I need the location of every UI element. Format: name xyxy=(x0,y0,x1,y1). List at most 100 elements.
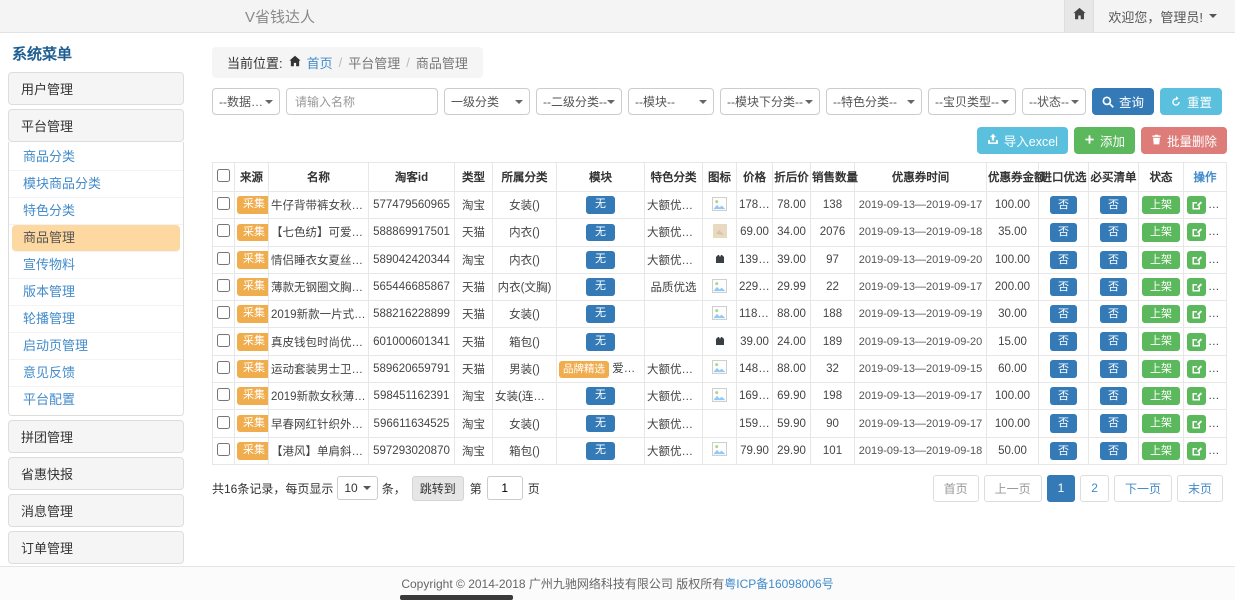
edit-button[interactable] xyxy=(1187,251,1206,269)
import-select-toggle[interactable]: 否 xyxy=(1050,196,1077,214)
user-menu[interactable]: 欢迎您，管理员! xyxy=(1108,7,1217,26)
select-all-checkbox[interactable] xyxy=(217,169,230,182)
sidebar-item-1-0[interactable]: 商品分类 xyxy=(9,144,183,171)
sidebar-group-4[interactable]: 消息管理 xyxy=(8,494,184,527)
icp-link[interactable]: 粤ICP备16098006号 xyxy=(724,575,833,592)
sidebar-item-1-8[interactable]: 意见反馈 xyxy=(9,360,183,387)
status-button[interactable]: 上架 xyxy=(1142,387,1180,405)
row-checkbox[interactable] xyxy=(217,197,230,210)
filter-select-level1-category[interactable]: 一级分类 xyxy=(444,88,530,115)
page-button-首页[interactable]: 首页 xyxy=(933,475,979,502)
sidebar-item-1-7[interactable]: 启动页管理 xyxy=(9,333,183,360)
status-button[interactable]: 上架 xyxy=(1142,251,1180,269)
status-button[interactable]: 上架 xyxy=(1142,278,1180,296)
filter-select-data-source[interactable]: --数据来源-- xyxy=(212,88,280,115)
edit-button[interactable] xyxy=(1187,196,1206,214)
page-button-下一页[interactable]: 下一页 xyxy=(1114,475,1172,502)
status-button[interactable]: 上架 xyxy=(1142,196,1180,214)
page-button-末页[interactable]: 末页 xyxy=(1177,475,1223,502)
edit-button[interactable] xyxy=(1187,223,1206,241)
must-buy-toggle[interactable]: 否 xyxy=(1100,251,1127,269)
edit-button[interactable] xyxy=(1187,360,1206,378)
sidebar-group-1[interactable]: 平台管理 xyxy=(8,109,184,142)
import-excel-button[interactable]: 导入excel xyxy=(977,127,1068,154)
row-checkbox[interactable] xyxy=(217,224,230,237)
sidebar-item-1-2[interactable]: 特色分类 xyxy=(9,198,183,225)
status-button[interactable]: 上架 xyxy=(1142,305,1180,323)
import-select-toggle[interactable]: 否 xyxy=(1050,251,1077,269)
must-buy-toggle[interactable]: 否 xyxy=(1100,360,1127,378)
page-button-上一页[interactable]: 上一页 xyxy=(984,475,1042,502)
must-buy-toggle[interactable]: 否 xyxy=(1100,332,1127,350)
import-select-toggle[interactable]: 否 xyxy=(1050,442,1077,460)
batch-delete-button[interactable]: 批量删除 xyxy=(1141,127,1227,154)
must-buy-toggle[interactable]: 否 xyxy=(1100,414,1127,432)
status-button[interactable]: 上架 xyxy=(1142,360,1180,378)
horizontal-scrollbar-thumb[interactable] xyxy=(400,595,513,600)
goto-page-button[interactable]: 跳转到 xyxy=(412,476,464,501)
app-title: V省钱达人 xyxy=(245,6,315,27)
import-select-toggle[interactable]: 否 xyxy=(1050,360,1077,378)
add-button[interactable]: 添加 xyxy=(1074,127,1135,154)
import-select-toggle[interactable]: 否 xyxy=(1050,305,1077,323)
row-checkbox[interactable] xyxy=(217,306,230,319)
sidebar-item-1-3[interactable]: 商品管理 xyxy=(12,225,180,252)
row-checkbox[interactable] xyxy=(217,279,230,292)
edit-button[interactable] xyxy=(1187,415,1206,433)
search-button[interactable]: 查询 xyxy=(1092,88,1154,115)
status-button[interactable]: 上架 xyxy=(1142,223,1180,241)
sidebar-group-3[interactable]: 省惠快报 xyxy=(8,457,184,490)
import-select-toggle[interactable]: 否 xyxy=(1050,387,1077,405)
row-checkbox[interactable] xyxy=(217,416,230,429)
status-button[interactable]: 上架 xyxy=(1142,414,1180,432)
sidebar-group-0[interactable]: 用户管理 xyxy=(8,72,184,105)
home-button[interactable] xyxy=(1064,0,1094,32)
row-checkbox[interactable] xyxy=(217,361,230,374)
import-select-toggle[interactable]: 否 xyxy=(1050,332,1077,350)
sidebar-item-1-5[interactable]: 版本管理 xyxy=(9,279,183,306)
edit-button[interactable] xyxy=(1187,387,1206,405)
must-buy-toggle[interactable]: 否 xyxy=(1100,387,1127,405)
per-page-select[interactable]: 10 xyxy=(337,476,377,500)
sidebar-item-1-4[interactable]: 宣传物料 xyxy=(9,252,183,279)
sidebar-group-2[interactable]: 拼团管理 xyxy=(8,420,184,453)
filter-select-module-sub-category[interactable]: --模块下分类-- xyxy=(720,88,820,115)
cell-taoke-id: 597293020870 xyxy=(369,437,455,464)
row-checkbox[interactable] xyxy=(217,252,230,265)
filter-select-level2-category[interactable]: --二级分类-- xyxy=(536,88,622,115)
edit-button[interactable] xyxy=(1187,442,1206,460)
page-button-1[interactable]: 1 xyxy=(1047,475,1076,502)
home-icon xyxy=(1073,7,1086,25)
status-button[interactable]: 上架 xyxy=(1142,332,1180,350)
edit-button[interactable] xyxy=(1187,278,1206,296)
import-select-toggle[interactable]: 否 xyxy=(1050,414,1077,432)
sidebar-item-1-6[interactable]: 轮播管理 xyxy=(9,306,183,333)
import-select-toggle[interactable]: 否 xyxy=(1050,278,1077,296)
page-button-2[interactable]: 2 xyxy=(1080,475,1109,502)
must-buy-toggle[interactable]: 否 xyxy=(1100,442,1127,460)
goto-page-input[interactable] xyxy=(487,476,523,500)
filter-select-module[interactable]: --模块-- xyxy=(628,88,714,115)
sidebar-item-1-1[interactable]: 模块商品分类 xyxy=(9,171,183,198)
must-buy-toggle[interactable]: 否 xyxy=(1100,278,1127,296)
must-buy-toggle[interactable]: 否 xyxy=(1100,223,1127,241)
cell-feature: 品质优选 xyxy=(645,273,703,300)
must-buy-toggle[interactable]: 否 xyxy=(1100,196,1127,214)
status-button[interactable]: 上架 xyxy=(1142,442,1180,460)
edit-button[interactable] xyxy=(1187,333,1206,351)
filter-select-feature-category[interactable]: --特色分类-- xyxy=(826,88,922,115)
row-checkbox[interactable] xyxy=(217,388,230,401)
edit-button[interactable] xyxy=(1187,305,1206,323)
reset-button[interactable]: 重置 xyxy=(1160,88,1222,115)
must-buy-toggle[interactable]: 否 xyxy=(1100,305,1127,323)
filter-select-item-type[interactable]: --宝贝类型-- xyxy=(928,88,1016,115)
sidebar-group-5[interactable]: 订单管理 xyxy=(8,531,184,564)
row-checkbox[interactable] xyxy=(217,334,230,347)
breadcrumb-home-link[interactable]: 首页 xyxy=(307,53,333,72)
sidebar-item-1-9[interactable]: 平台配置 xyxy=(9,387,183,413)
import-select-toggle[interactable]: 否 xyxy=(1050,223,1077,241)
filter-select-status[interactable]: --状态-- xyxy=(1022,88,1086,115)
cell-module: 无 xyxy=(557,383,645,410)
filter-input-name[interactable] xyxy=(286,88,438,115)
row-checkbox[interactable] xyxy=(217,443,230,456)
